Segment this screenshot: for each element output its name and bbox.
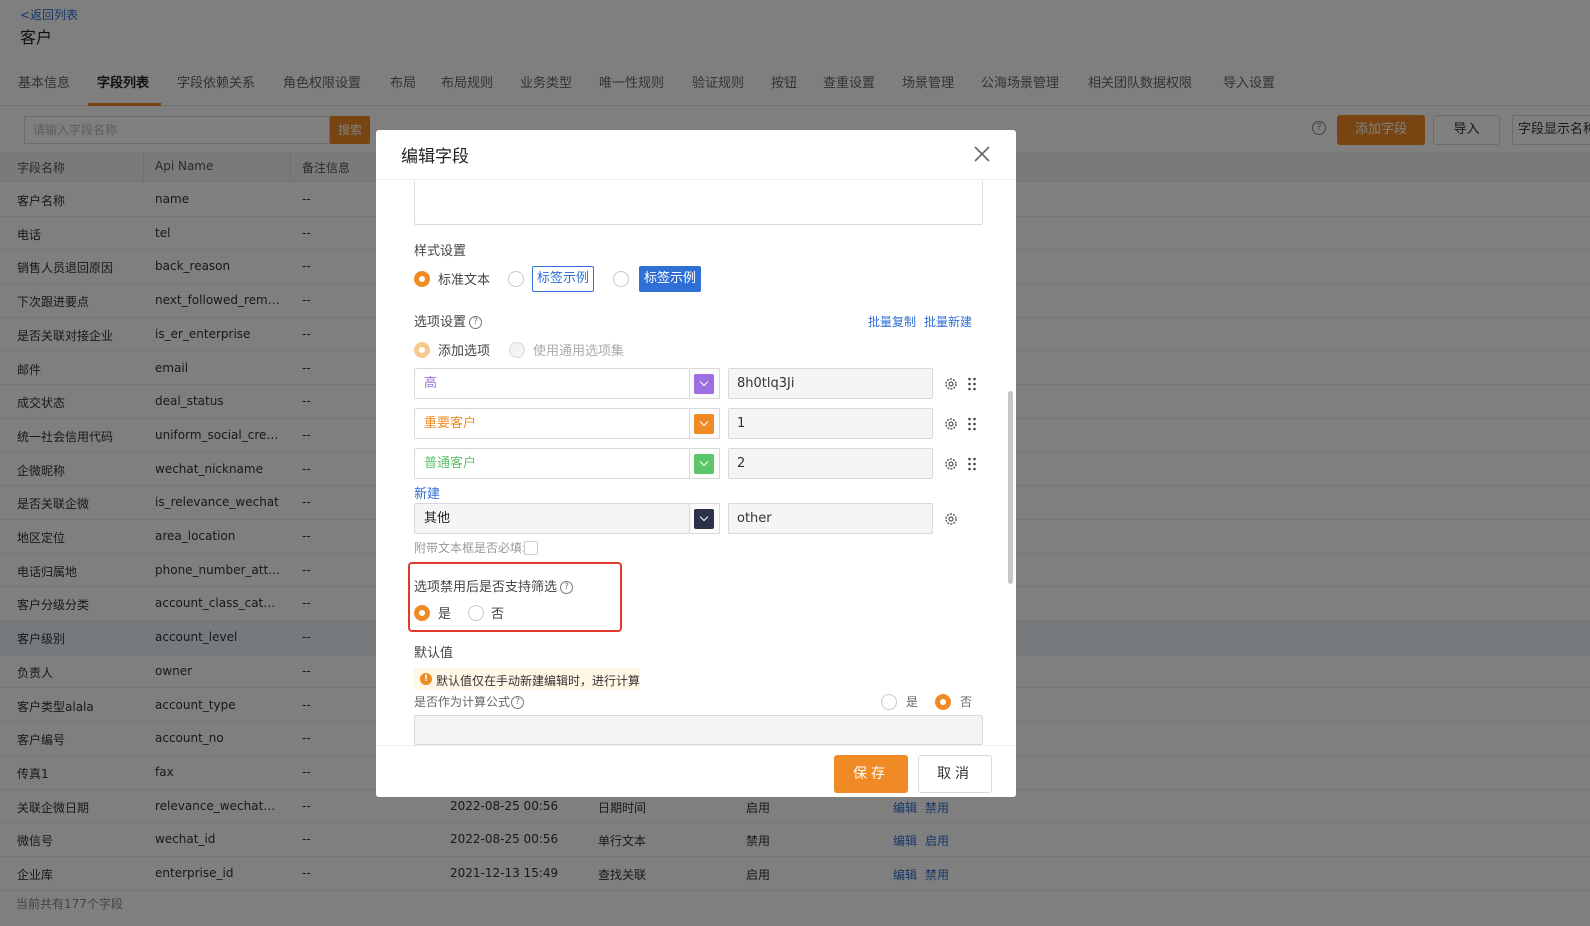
option-value-input[interactable]: 8h0tlq3Ji [728,368,933,399]
warning-icon: ! [420,673,432,685]
option-color-picker[interactable] [690,368,720,399]
formula-yes-label: 是 [906,695,919,709]
disabled-filter-label: 选项禁用后是否支持筛选? [414,576,574,595]
formula-label: 是否作为计算公式? [414,693,525,710]
formula-yes-radio[interactable] [881,694,897,710]
batch-copy-link[interactable]: 批量复制 [868,313,916,330]
drag-handle-icon[interactable] [967,417,977,431]
style-tag-outline-radio[interactable] [508,271,524,287]
add-option-label: 添加选项 [438,344,491,359]
dialog-body: 样式设置 标准文本 标签示例 标签示例 选项设置? 批量复制 批量新建 添加选项… [376,181,1016,797]
common-option-set-label: 使用通用选项集 [533,344,625,359]
attach-required-label: 附带文本框是否必填: [414,541,527,555]
option-value-input[interactable]: 1 [728,408,933,439]
filter-yes-label: 是 [438,607,452,622]
gear-icon[interactable] [944,512,958,526]
formula-no-label: 否 [960,695,973,709]
color-swatch [694,414,714,434]
option-color-picker[interactable] [690,448,720,479]
close-icon[interactable] [972,144,992,164]
color-swatch [694,454,714,474]
disabled-filter-text: 选项禁用后是否支持筛选 [414,580,558,595]
gear-icon[interactable] [944,457,958,471]
tag-outline-sample: 标签示例 [532,266,595,292]
warning-text: 默认值仅在手动新建编辑时，进行计算 [436,674,641,688]
other-option-color-picker[interactable] [690,503,720,534]
option-name-input[interactable]: 高 [414,368,690,399]
default-value-label: 默认值 [414,646,454,661]
style-tag-filled-radio[interactable] [613,271,629,287]
save-button[interactable]: 保存 [834,755,908,793]
style-settings-label: 样式设置 [414,244,467,259]
option-color-picker[interactable] [690,408,720,439]
question-icon[interactable]: ? [469,316,483,329]
batch-new-link[interactable]: 批量新建 [924,313,972,330]
other-option-value-input[interactable]: other [728,503,933,534]
option-value-input[interactable]: 2 [728,448,933,479]
filter-no-radio[interactable] [468,605,484,621]
formula-no-radio[interactable] [935,694,951,710]
common-option-set-radio [509,342,525,358]
filter-yes-radio[interactable] [414,605,430,621]
dialog-header: 编辑字段 [376,130,1016,180]
option-settings-text: 选项设置 [414,315,467,330]
color-swatch [694,509,714,529]
dialog-footer: 保存 取消 [376,745,1016,797]
dialog-title: 编辑字段 [401,147,469,167]
question-icon[interactable]: ? [560,581,574,594]
description-textarea[interactable] [414,181,983,225]
question-icon[interactable]: ? [511,696,525,709]
gear-icon[interactable] [944,377,958,391]
option-settings-label: 选项设置? [414,311,483,330]
formula-input[interactable] [414,715,983,745]
style-standard-label: 标准文本 [438,273,491,288]
formula-text: 是否作为计算公式 [414,695,511,709]
new-option-link[interactable]: 新建 [414,483,440,502]
attach-required-checkbox[interactable] [524,541,538,555]
drag-handle-icon[interactable] [967,457,977,471]
default-value-warning: ! 默认值仅在手动新建编辑时，进行计算 [414,668,640,690]
cancel-button[interactable]: 取消 [918,755,992,793]
add-option-radio[interactable] [414,342,430,358]
gear-icon[interactable] [944,417,958,431]
color-swatch [694,374,714,394]
drag-handle-icon[interactable] [967,377,977,391]
other-option-input[interactable]: 其他 [414,503,690,534]
option-name-input[interactable]: 普通客户 [414,448,690,479]
filter-no-label: 否 [491,607,505,622]
style-standard-radio[interactable] [414,271,430,287]
option-name-input[interactable]: 重要客户 [414,408,690,439]
edit-field-dialog: 编辑字段 样式设置 标准文本 标签示例 标签示例 选项设置? 批量复制 批量新建… [376,130,1016,797]
tag-filled-sample: 标签示例 [639,266,702,292]
dialog-scrollbar[interactable] [1008,391,1013,584]
